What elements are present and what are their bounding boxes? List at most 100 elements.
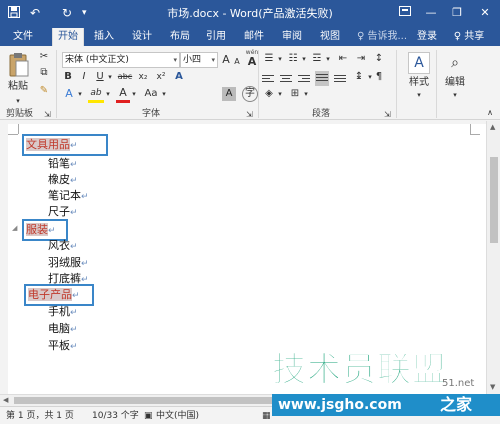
list-item[interactable]: 风衣↵	[48, 238, 78, 255]
superscript-button[interactable]: x²	[154, 70, 168, 84]
distributed-icon[interactable]	[334, 73, 346, 84]
vertical-scrollbar[interactable]: ▲ ▼	[486, 121, 500, 394]
change-case-dropdown-icon[interactable]: ▾	[160, 87, 168, 101]
list-item[interactable]: 电脑↵	[48, 321, 78, 338]
scroll-down-icon[interactable]: ▼	[490, 383, 495, 391]
increase-indent-icon[interactable]: ⇥	[354, 52, 368, 66]
tab-insert[interactable]: 插入	[90, 28, 118, 46]
paragraph-launcher-icon[interactable]: ⇲	[384, 109, 391, 120]
tab-references[interactable]: 引用	[202, 28, 230, 46]
multilevel-list-icon[interactable]: ☲	[310, 52, 324, 66]
change-case-icon[interactable]: Aa	[142, 87, 160, 101]
justify-icon[interactable]	[315, 71, 329, 86]
font-name-select[interactable]: 宋体 (中文正文) ▾	[62, 52, 180, 68]
decrease-indent-icon[interactable]: ⇤	[336, 52, 350, 66]
font-launcher-icon[interactable]: ⇲	[246, 109, 253, 120]
scroll-right-icon[interactable]: ▶	[476, 396, 481, 404]
align-right-icon[interactable]	[298, 73, 310, 84]
enclose-characters-icon[interactable]: 字	[242, 86, 258, 102]
font-size-select[interactable]: 小四 ▾	[180, 52, 218, 68]
bullets-dropdown-icon[interactable]: ▾	[276, 52, 284, 66]
close-button[interactable]: ✕	[474, 5, 496, 21]
restore-button[interactable]: ❐	[446, 5, 468, 21]
customize-quick-access-icon[interactable]: ▾	[82, 6, 87, 20]
shading-icon[interactable]: ◈	[262, 87, 276, 101]
format-painter-icon[interactable]: ✎	[36, 84, 52, 98]
scroll-up-icon[interactable]: ▲	[490, 123, 495, 131]
font-color-icon[interactable]: A	[116, 86, 130, 103]
paste-dropdown-icon[interactable]: ▾	[4, 94, 32, 108]
list-item[interactable]: 橡皮↵	[48, 172, 78, 189]
text-effects-dropdown-icon[interactable]: ▾	[76, 87, 84, 101]
tell-me-search[interactable]: ♀ 告诉我...	[354, 28, 410, 46]
clear-formatting-icon[interactable]: A	[172, 70, 186, 84]
horizontal-scrollbar[interactable]: ◀ ▶	[0, 394, 486, 406]
bullets-icon[interactable]: ☰	[262, 52, 276, 66]
font-color-dropdown-icon[interactable]: ▾	[130, 87, 138, 101]
editing-dropdown-icon[interactable]: ▾	[440, 88, 470, 102]
proofing-icon[interactable]: ▣	[144, 410, 153, 422]
minimize-button[interactable]: —	[420, 5, 442, 21]
highlight-color-icon[interactable]: ab	[88, 86, 104, 103]
list-item[interactable]: 铅笔↵	[48, 156, 78, 173]
align-left-icon[interactable]	[262, 73, 274, 84]
list-item[interactable]: 打底裤↵	[48, 271, 89, 288]
text-effects-icon[interactable]: A	[62, 87, 76, 101]
page-count[interactable]: 第 1 页，共 1 页	[6, 410, 74, 422]
styles-dropdown-icon[interactable]: ▾	[404, 88, 434, 102]
paste-icon[interactable]	[6, 52, 30, 80]
line-spacing-icon[interactable]: ↨	[352, 70, 366, 84]
collapse-arrow-icon[interactable]: ◢	[12, 224, 17, 232]
bold-button[interactable]: B	[62, 70, 74, 84]
character-shading-icon[interactable]: A	[222, 87, 236, 101]
search-icon[interactable]: ⌕	[444, 52, 466, 74]
tab-layout[interactable]: 布局	[166, 28, 194, 46]
heading-line[interactable]: 服装↵	[26, 222, 56, 239]
tab-view[interactable]: 视图	[316, 28, 344, 46]
borders-icon[interactable]: ⊞	[288, 87, 302, 101]
tab-file[interactable]: 文件	[6, 28, 40, 46]
show-marks-icon[interactable]: ¶	[372, 70, 386, 84]
numbering-icon[interactable]: ☷	[286, 52, 300, 66]
cut-icon[interactable]: ✂	[36, 50, 52, 64]
italic-button[interactable]: I	[78, 70, 90, 84]
underline-button[interactable]: U	[94, 70, 106, 84]
copy-icon[interactable]: ⧉	[36, 66, 52, 80]
strikethrough-button[interactable]: abc	[116, 70, 134, 84]
vertical-scroll-thumb[interactable]	[490, 157, 498, 243]
collapse-ribbon-icon[interactable]: ∧	[484, 106, 496, 120]
tab-home[interactable]: 开始	[52, 28, 84, 46]
macro-icon[interactable]: ▦	[262, 410, 271, 422]
shrink-font-icon[interactable]: A	[232, 55, 242, 69]
language-indicator[interactable]: 中文(中国)	[156, 410, 199, 422]
highlight-dropdown-icon[interactable]: ▾	[104, 87, 112, 101]
tab-mailings[interactable]: 邮件	[240, 28, 268, 46]
list-item[interactable]: 笔记本↵	[48, 188, 89, 205]
horizontal-scroll-thumb[interactable]	[14, 397, 274, 404]
redo-icon[interactable]: ↻	[62, 6, 72, 20]
share-button[interactable]: ♀ 共享	[446, 28, 492, 46]
list-item[interactable]: 羽绒服↵	[48, 255, 89, 272]
list-item[interactable]: 手机↵	[48, 304, 78, 321]
multilevel-dropdown-icon[interactable]: ▾	[324, 52, 332, 66]
heading-line[interactable]: 电子产品↵	[28, 287, 80, 304]
subscript-button[interactable]: x₂	[136, 70, 150, 84]
numbering-dropdown-icon[interactable]: ▾	[300, 52, 308, 66]
align-center-icon[interactable]	[280, 73, 292, 84]
styles-gallery-icon[interactable]: A	[408, 52, 430, 74]
list-item[interactable]: 尺子↵	[48, 204, 78, 221]
grow-font-icon[interactable]: A	[220, 53, 232, 67]
paste-button[interactable]: 粘贴	[4, 80, 32, 94]
word-count[interactable]: 10/33 个字	[92, 410, 139, 422]
scroll-left-icon[interactable]: ◀	[3, 396, 8, 404]
document-page[interactable]: ◢ 文具用品↵ 铅笔↵ 橡皮↵ 笔记本↵ 尺子↵ 服装↵ 风衣↵ 羽绒服↵ 打底…	[8, 124, 486, 394]
ribbon-options-icon[interactable]	[394, 5, 416, 21]
list-item[interactable]: 平板↵	[48, 338, 78, 355]
borders-dropdown-icon[interactable]: ▾	[302, 87, 310, 101]
save-icon[interactable]	[8, 6, 20, 21]
clipboard-launcher-icon[interactable]: ⇲	[44, 109, 51, 120]
sign-in-link[interactable]: 登录	[414, 28, 440, 46]
heading-line[interactable]: 文具用品↵	[26, 137, 78, 154]
sort-icon[interactable]: ↕	[372, 52, 386, 66]
tab-design[interactable]: 设计	[128, 28, 156, 46]
